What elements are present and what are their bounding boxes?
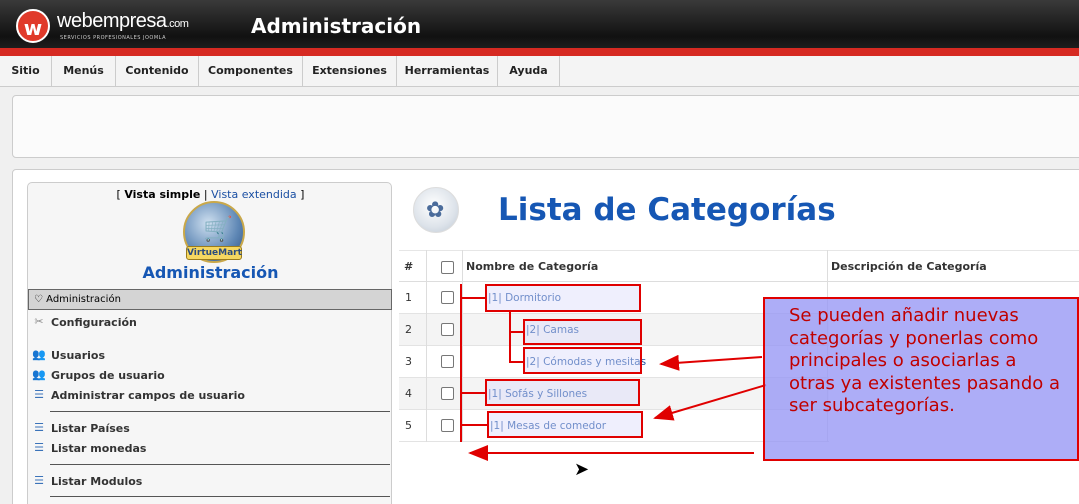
annotation-note: Se pueden añadir nuevas categorías y pon… <box>763 297 1079 461</box>
mouse-cursor-icon: ➤ <box>574 459 590 480</box>
